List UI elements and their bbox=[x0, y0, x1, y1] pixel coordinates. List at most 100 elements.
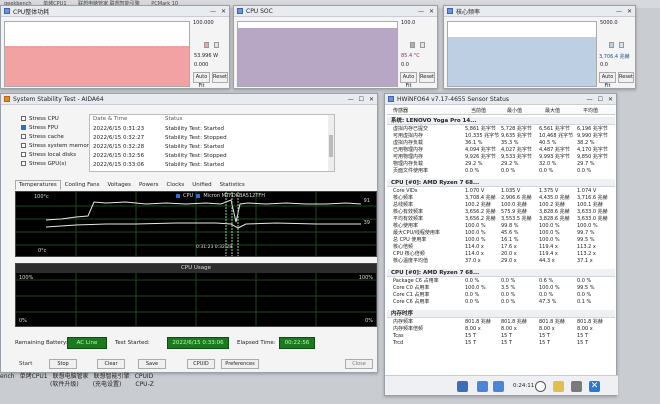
check-stress-disks[interactable]: Stress local disks bbox=[21, 152, 76, 158]
reset-button[interactable]: Reset bbox=[212, 72, 228, 83]
maximize-icon[interactable]: ☐ bbox=[598, 96, 603, 103]
gear-icon[interactable] bbox=[571, 381, 582, 392]
close-icon[interactable]: ✕ bbox=[627, 8, 632, 15]
cpuid-button[interactable]: CPUID bbox=[187, 359, 215, 369]
save-button[interactable]: Save bbox=[138, 359, 166, 369]
checkbox[interactable] bbox=[21, 134, 26, 139]
tab-cooling-fans[interactable]: Cooling Fans bbox=[61, 180, 104, 190]
sensor-row[interactable]: Core C6 占用率 0.0 % 0.0 % 47.3 % 0.1 % bbox=[387, 299, 615, 306]
tab-statistics[interactable]: Statistics bbox=[216, 180, 249, 190]
sensor-row[interactable]: 平均有效频率 3,656.2 兆赫 3,553.5 兆赫 3,828.6 兆赫 3,63… bbox=[387, 216, 615, 223]
color-swatch[interactable] bbox=[609, 42, 614, 48]
sensor-section-header[interactable]: CPU [#0]: AMD Ryzen 7 68... bbox=[387, 269, 615, 277]
desktop-icon-label[interactable]: 联想智能引擎 bbox=[94, 373, 130, 381]
close-icon[interactable]: ✕ bbox=[608, 96, 613, 103]
sensor-row[interactable]: Core C0 占用率 100.0 % 3.5 % 100.0 % 99.5 % bbox=[387, 285, 615, 292]
sensor-row[interactable]: 核心倍频 114.0 x 17.6 x 119.4 x 113.2 x bbox=[387, 244, 615, 251]
desktop-icon-label[interactable]: ench bbox=[0, 373, 15, 381]
arrows-icon[interactable] bbox=[493, 381, 504, 392]
sensor-row[interactable]: 核心温度平均值 37.0 x 29.0 x 44.3 x 37.1 x bbox=[387, 258, 615, 265]
auto-fit-button[interactable]: Auto Fit bbox=[599, 72, 616, 89]
color-swatch[interactable] bbox=[619, 42, 624, 48]
core-clock-titlebar[interactable]: 核心频率 — ✕ bbox=[444, 6, 635, 17]
tab-powers[interactable]: Powers bbox=[135, 180, 163, 190]
minimize-icon[interactable]: — bbox=[210, 8, 216, 15]
check-stress-gpu[interactable]: Stress GPU(s) bbox=[21, 161, 66, 167]
checkbox[interactable] bbox=[21, 143, 26, 148]
aida64-titlebar[interactable]: System Stability Test - AIDA64 — ☐ ✕ bbox=[1, 94, 377, 105]
checkbox[interactable] bbox=[21, 161, 26, 166]
minimize-icon[interactable]: — bbox=[418, 8, 424, 15]
reset-button[interactable]: Reset bbox=[419, 72, 435, 83]
clock-icon[interactable] bbox=[535, 381, 546, 392]
sensor-row[interactable]: 核心有效频率 3,656.2 兆赫 575.9 兆赫 3,828.6 兆赫 3,633.… bbox=[387, 209, 615, 216]
color-swatch[interactable] bbox=[204, 42, 209, 48]
close-icon[interactable]: ✕ bbox=[369, 96, 374, 103]
sensor-row[interactable]: 最大CPU/线程使用率 100.0 % 45.6 % 100.0 % 99.7 % bbox=[387, 230, 615, 237]
sensor-row[interactable]: 总 CPU 使用率 100.0 % 16.1 % 100.0 % 99.5 % bbox=[387, 237, 615, 244]
network-icon[interactable] bbox=[457, 381, 468, 392]
close-button[interactable]: Close bbox=[345, 359, 373, 369]
checkbox[interactable] bbox=[21, 116, 26, 121]
preferences-button[interactable]: Preferences bbox=[221, 359, 259, 369]
sensor-row[interactable]: 页面文件使用率 0.0 % 0.0 % 0.0 % 0.0 % bbox=[387, 168, 615, 175]
cpu-soc-titlebar[interactable]: CPU SOC — ✕ bbox=[234, 6, 437, 17]
sensor-row[interactable]: 可用物理内存 9,926 兆字节 9,533 兆字节 9,993 兆字节 9,850 兆… bbox=[387, 154, 615, 161]
check-stress-cpu[interactable]: Stress CPU bbox=[21, 116, 59, 122]
color-swatch[interactable] bbox=[410, 42, 415, 48]
minimize-icon[interactable]: — bbox=[348, 96, 354, 103]
check-stress-fpu[interactable]: Stress FPU bbox=[21, 125, 58, 131]
sensor-row[interactable]: 内存频率 801.8 兆赫 801.8 兆赫 801.8 兆赫 801.8 兆赫 bbox=[387, 319, 615, 326]
sensor-row[interactable]: 核心使用率 100.0 % 99.8 % 100.0 % 100.0 % bbox=[387, 223, 615, 230]
report-icon[interactable] bbox=[553, 381, 564, 392]
tab-clocks[interactable]: Clocks bbox=[162, 180, 188, 190]
desktop-icon-label[interactable]: CPUID bbox=[135, 373, 154, 381]
checkbox[interactable] bbox=[21, 125, 26, 130]
sensor-row[interactable]: Trcd 15 T 15 T 15 T 15 T bbox=[387, 340, 615, 347]
scrollbar[interactable] bbox=[328, 115, 334, 171]
sensor-row[interactable]: 虚拟内存已提交 5,861 兆字节 5,728 兆字节 6,561 兆字节 6,196 … bbox=[387, 126, 615, 133]
auto-fit-button[interactable]: Auto Fit bbox=[193, 72, 210, 89]
sensor-row[interactable]: Core C1 占用率 0.0 % 0.0 % 0.0 % 0.0 % bbox=[387, 292, 615, 299]
sensor-row[interactable]: 可用虚拟内存 10,335 兆字节 9,635 兆字节 10,468 兆字节 9,990… bbox=[387, 133, 615, 140]
checkbox[interactable] bbox=[196, 193, 201, 198]
check-stress-cache[interactable]: Stress cache bbox=[21, 134, 64, 140]
sensor-row[interactable]: CPU 核心倍频 114.0 x 20.0 x 119.4 x 113.2 x bbox=[387, 251, 615, 258]
checkbox[interactable] bbox=[21, 152, 26, 157]
minimize-icon[interactable]: — bbox=[587, 96, 593, 103]
maximize-icon[interactable]: ☐ bbox=[359, 96, 364, 103]
sensor-row[interactable]: Tcas 15 T 15 T 15 T 15 T bbox=[387, 333, 615, 340]
hwinfo-titlebar[interactable]: HWiNFO64 v7.17-4655 Sensor Status — ☐ ✕ bbox=[385, 94, 616, 105]
tab-temperatures[interactable]: Temperatures bbox=[15, 180, 61, 190]
auto-fit-button[interactable]: Auto Fit bbox=[400, 72, 417, 89]
close-icon[interactable]: ✕ bbox=[429, 8, 434, 15]
sensor-row[interactable]: 已用物理内存 4,094 兆字节 4,027 兆字节 4,487 兆字节 4,170 兆… bbox=[387, 147, 615, 154]
sensor-row[interactable]: 虚拟内存负载 36.1 % 35.3 % 40.5 % 38.2 % bbox=[387, 140, 615, 147]
tab-voltages[interactable]: Voltages bbox=[103, 180, 135, 190]
sensor-section-header[interactable]: 系统: LENOVO Yoga Pro 14... bbox=[387, 117, 615, 125]
sensor-section-header[interactable]: CPU [#0]: AMD Ryzen 7 68... bbox=[387, 179, 615, 187]
cpu-power-titlebar[interactable]: CPU整体功耗 — ✕ bbox=[1, 6, 229, 17]
desktop-icon-label[interactable]: 联想电脑管家 bbox=[53, 373, 89, 381]
sensor-row[interactable]: 内存频率倍频 8.00 x 8.00 x 8.00 x 8.00 x bbox=[387, 326, 615, 333]
stop-button[interactable]: Stop bbox=[49, 359, 77, 369]
sensor-row[interactable]: 总线频率 100.2 兆赫 100.0 兆赫 100.2 兆赫 100.1 兆赫 bbox=[387, 202, 615, 209]
sensor-row[interactable]: Package C6 占用率 0.0 % 0.0 % 0.6 % 0.0 % bbox=[387, 278, 615, 285]
check-stress-memory[interactable]: Stress system memory bbox=[21, 143, 92, 149]
sensor-row[interactable]: 物理内存负载 29.2 % 29.2 % 32.0 % 29.7 % bbox=[387, 161, 615, 168]
checkbox[interactable] bbox=[176, 193, 180, 198]
desktop-icon-label[interactable]: 单烤CPU1 bbox=[20, 373, 48, 381]
color-swatch[interactable] bbox=[420, 42, 425, 48]
clear-button[interactable]: Clear bbox=[97, 359, 125, 369]
minimize-icon[interactable]: — bbox=[616, 8, 622, 15]
close-icon[interactable]: ✕ bbox=[589, 381, 600, 392]
reset-button[interactable]: Reset bbox=[618, 72, 634, 83]
sensor-row[interactable]: Core VIDs 1.070 V 1.035 V 1.375 V 1.074 V bbox=[387, 188, 615, 195]
close-icon[interactable]: ✕ bbox=[221, 8, 226, 15]
sensor-row[interactable]: 核心频率 3,708.4 兆赫 2,906.6 兆赫 4,435.0 兆赫 3,716.… bbox=[387, 195, 615, 202]
arrows-icon[interactable] bbox=[477, 381, 488, 392]
tab-unified[interactable]: Unified bbox=[188, 180, 215, 190]
sensor-section-header[interactable]: 内存时序 bbox=[387, 310, 615, 318]
color-swatch[interactable] bbox=[214, 42, 219, 48]
start-button[interactable]: Start bbox=[19, 361, 32, 367]
